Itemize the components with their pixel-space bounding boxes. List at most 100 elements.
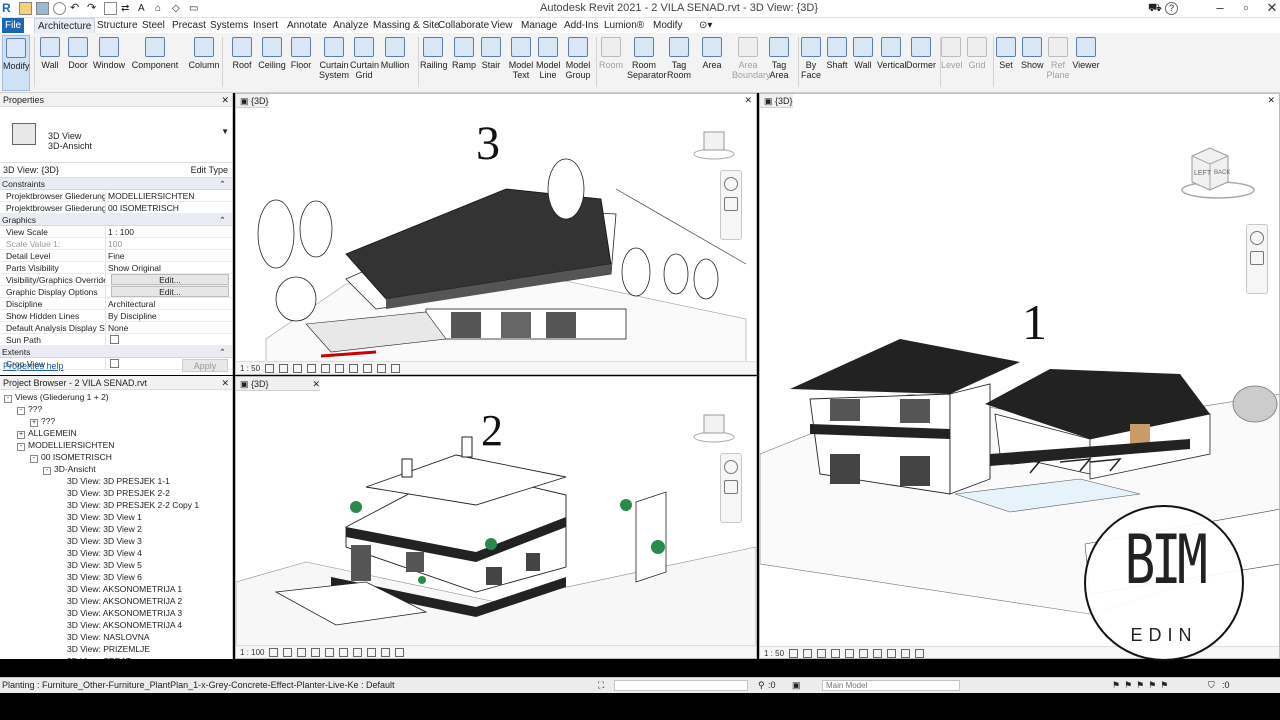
print-icon[interactable]: [104, 2, 117, 15]
reveal-hidden-icon[interactable]: [915, 649, 925, 658]
steering-wheel-icon[interactable]: [724, 177, 738, 191]
ribbon-tag-area-button[interactable]: Tag Area: [767, 35, 791, 91]
text-icon[interactable]: A: [138, 2, 151, 15]
ribbon-model-text-button[interactable]: Model Text: [508, 35, 534, 91]
property-value[interactable]: 00 ISOMETRISCH: [106, 202, 232, 213]
browser-item[interactable]: -3D-Ansicht: [0, 463, 232, 475]
reveal-hidden-icon[interactable]: [395, 648, 405, 657]
selection-tools-icons[interactable]: ⚑⚑⚑⚑⚑: [1112, 678, 1172, 693]
collapse-icon[interactable]: -: [43, 467, 51, 475]
temporary-hide-icon[interactable]: [901, 649, 911, 658]
type-selector[interactable]: 3D View 3D-Ansicht ▼: [0, 107, 232, 163]
viewcube[interactable]: LEFT BACK: [1178, 144, 1258, 204]
viewport-3d-bottom-left[interactable]: ▣ {3D} ✕ 2 1 : 100: [235, 376, 757, 659]
ribbon-curtain-system-button[interactable]: Curtain System: [319, 35, 349, 91]
show-crop-icon[interactable]: [353, 648, 363, 657]
property-value[interactable]: [106, 334, 232, 345]
tab-manage[interactable]: Manage: [518, 18, 560, 33]
chevron-down-icon[interactable]: ▼: [221, 127, 229, 136]
tab-annotate[interactable]: Annotate: [284, 18, 330, 33]
sun-path-icon[interactable]: [297, 648, 307, 657]
ribbon-show-button[interactable]: Show: [1021, 35, 1044, 91]
collapse-icon[interactable]: ⌃: [219, 214, 226, 226]
zoom-icon[interactable]: [724, 197, 738, 211]
property-value[interactable]: By Discipline: [106, 310, 232, 321]
zoom-icon[interactable]: [1250, 251, 1264, 265]
crop-icon[interactable]: [859, 649, 869, 658]
checkbox[interactable]: [110, 335, 119, 344]
tab-collaborate[interactable]: Collaborate: [435, 18, 492, 33]
viewcube-left-face[interactable]: LEFT: [1194, 170, 1211, 177]
ribbon-floor-button[interactable]: Floor: [289, 35, 313, 91]
collapse-icon[interactable]: -: [17, 443, 25, 451]
ribbon-ceiling-button[interactable]: Ceiling: [258, 35, 286, 91]
tab-precast[interactable]: Precast: [169, 18, 209, 33]
browser-item[interactable]: - Views (Gliederung 1 + 2): [0, 391, 232, 403]
visual-style-icon[interactable]: [283, 648, 293, 657]
detail-level-icon[interactable]: [789, 649, 799, 658]
ribbon-door-button[interactable]: Door: [66, 35, 90, 91]
browser-item[interactable]: 3D View: 3D PRESJEK 2-2: [0, 487, 232, 499]
lock-icon[interactable]: [887, 649, 897, 658]
ribbon-tag-room-button[interactable]: Tag Room: [667, 35, 691, 91]
render-icon[interactable]: [845, 649, 855, 658]
browser-item[interactable]: 3D View: AKSONOMETRIJA 4: [0, 619, 232, 631]
ribbon-wall-button[interactable]: Wall: [38, 35, 62, 91]
edit-type-button[interactable]: Edit Type: [191, 163, 228, 178]
ribbon-roof-button[interactable]: Roof: [231, 35, 253, 91]
design-option-selector[interactable]: Main Model: [822, 680, 960, 691]
tab-lumion-[interactable]: Lumion®: [601, 18, 647, 33]
temporary-hide-icon[interactable]: [377, 364, 387, 373]
workset-selector[interactable]: [614, 680, 748, 691]
browser-item[interactable]: 3D View: 3D View 6: [0, 571, 232, 583]
ribbon-vertical-button[interactable]: Vertical: [877, 35, 907, 91]
ribbon-stair-button[interactable]: Stair: [480, 35, 502, 91]
reveal-hidden-icon[interactable]: [391, 364, 401, 373]
close-icon[interactable]: ✕: [221, 376, 229, 390]
sun-path-icon[interactable]: [817, 649, 827, 658]
browser-item[interactable]: -???: [0, 403, 232, 415]
collapse-icon[interactable]: ⌃: [219, 346, 226, 358]
property-value[interactable]: Edit...: [106, 286, 232, 297]
shadows-icon[interactable]: [307, 364, 317, 373]
tab-steel[interactable]: Steel: [139, 18, 168, 33]
zoom-icon[interactable]: [724, 480, 738, 494]
group-constraints[interactable]: Constraints ⌃: [0, 178, 232, 190]
browser-item[interactable]: 3D View: 3D View 5: [0, 559, 232, 571]
revit-logo-icon[interactable]: R: [2, 2, 15, 15]
browser-item[interactable]: 3D View: 3D PRESJEK 1-1: [0, 475, 232, 487]
tab-massing-site[interactable]: Massing & Site: [370, 18, 443, 33]
browser-item[interactable]: - MODELLIERSICHTEN: [0, 439, 232, 451]
navigation-bar[interactable]: [1246, 224, 1268, 294]
close-button[interactable]: ✕: [1252, 0, 1280, 18]
measure-icon[interactable]: ⇄: [121, 2, 134, 15]
tab-systems[interactable]: Systems: [207, 18, 251, 33]
sync-icon[interactable]: [53, 2, 66, 15]
tab-view[interactable]: View: [488, 18, 516, 33]
crop-icon[interactable]: [339, 648, 349, 657]
browser-item[interactable]: +???: [0, 415, 232, 427]
close-icon[interactable]: ✕: [221, 93, 229, 107]
edit-button[interactable]: Edit...: [111, 286, 229, 297]
workset-icon[interactable]: ⛶: [598, 678, 604, 693]
ribbon-level-button[interactable]: Level: [941, 35, 963, 91]
ribbon-component-button[interactable]: Component: [130, 35, 180, 91]
render-icon[interactable]: [325, 648, 335, 657]
ribbon-modify-button[interactable]: Modify: [2, 35, 30, 91]
view-scale[interactable]: 1 : 100: [240, 646, 264, 658]
shadows-icon[interactable]: [311, 648, 321, 657]
sun-path-icon[interactable]: [293, 364, 303, 373]
instance-selector[interactable]: 3D View: {3D} Edit Type: [0, 163, 232, 178]
save-icon[interactable]: [36, 2, 49, 15]
filter-icon[interactable]: ⛉: [1208, 678, 1215, 693]
group-graphics[interactable]: Graphics ⌃: [0, 214, 232, 226]
undo-icon[interactable]: ↶: [70, 2, 83, 15]
editing-requests-icon[interactable]: ⚲: [758, 678, 765, 693]
section-icon[interactable]: ◇: [172, 2, 185, 15]
ribbon-mullion-button[interactable]: Mullion: [380, 35, 410, 91]
show-crop-icon[interactable]: [349, 364, 359, 373]
ribbon-room-separator-button[interactable]: Room Separator: [627, 35, 667, 91]
steering-wheel-icon[interactable]: [724, 460, 738, 474]
ribbon-display-options-icon[interactable]: ⊙▾: [696, 18, 715, 33]
tab-add-ins[interactable]: Add-Ins: [561, 18, 601, 33]
